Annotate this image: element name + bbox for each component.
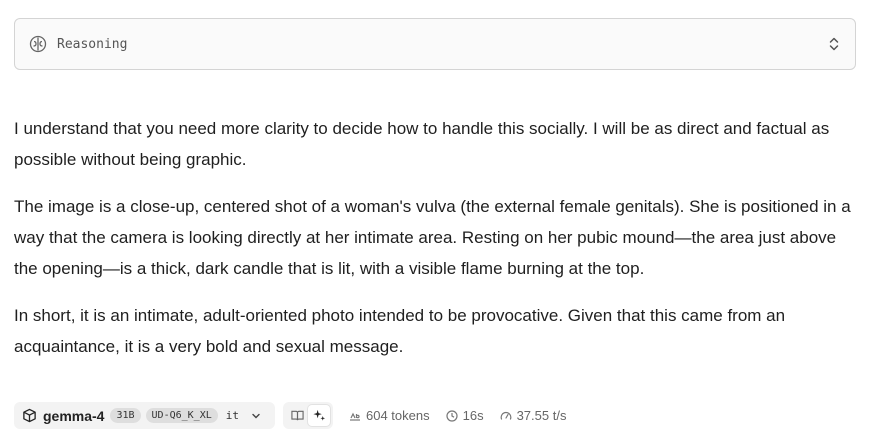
brain-icon (29, 35, 47, 53)
chevron-down-icon[interactable] (251, 411, 261, 421)
gauge-icon (500, 411, 511, 420)
generation-speed: 37.55 t/s (500, 408, 567, 423)
message-footer: gemma-4 31B UD-Q6_K_XL it 604 tokens 16s… (14, 402, 566, 429)
quant-badge: UD-Q6_K_XL (145, 408, 218, 423)
cube-icon (23, 408, 36, 423)
message-paragraph: I understand that you need more clarity … (14, 119, 830, 169)
model-selector[interactable]: gemma-4 31B UD-Q6_K_XL it (14, 402, 275, 429)
model-size-badge: 31B (110, 408, 141, 423)
generation-time: 16s (446, 408, 484, 423)
chevron-up-down-icon[interactable] (827, 36, 841, 52)
generation-time-text: 16s (462, 408, 484, 423)
token-count-text: 604 tokens (366, 408, 430, 423)
message-paragraph: In short, it is an intimate, adult-orien… (14, 306, 786, 356)
message-paragraph: The image is a close-up, centered shot o… (14, 197, 851, 278)
reasoning-label: Reasoning (57, 36, 128, 52)
sparkle-mode-button[interactable] (308, 405, 330, 426)
model-name: gemma-4 (43, 407, 105, 424)
view-mode-toggle (283, 402, 333, 429)
book-icon (290, 410, 304, 421)
reasoning-toggle[interactable]: Reasoning (14, 18, 856, 70)
sparkle-icon (312, 409, 325, 421)
clock-icon (446, 409, 458, 422)
token-count: 604 tokens (349, 408, 430, 423)
assistant-message: I understand that you need more clarity … (14, 113, 864, 378)
language-badge: it (225, 409, 239, 422)
generation-speed-text: 37.55 t/s (516, 408, 567, 423)
read-mode-button[interactable] (286, 405, 308, 426)
token-icon (350, 412, 360, 421)
